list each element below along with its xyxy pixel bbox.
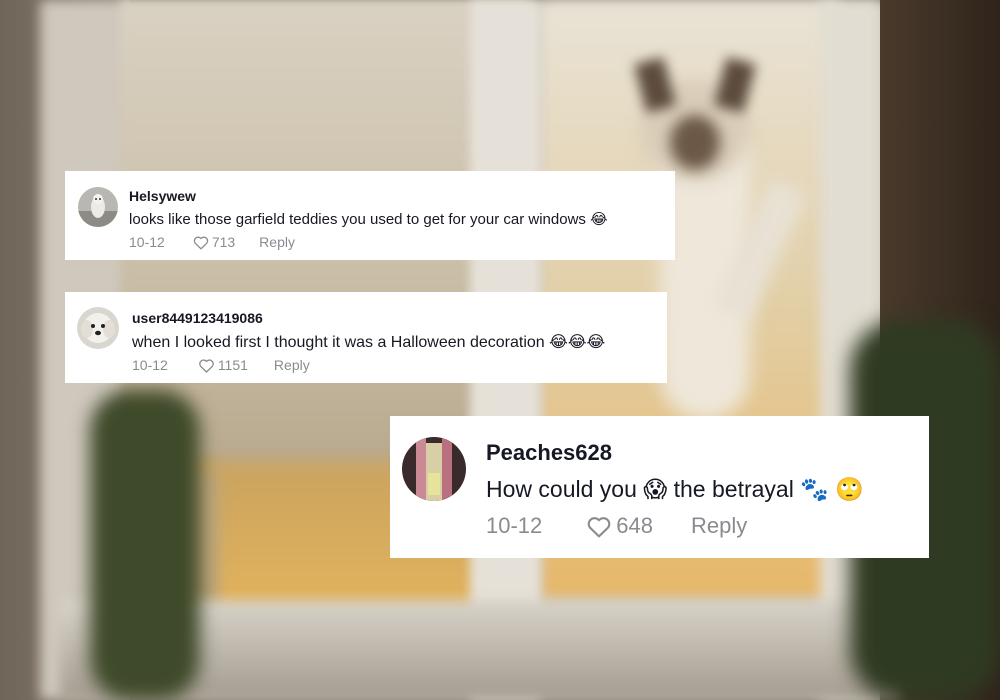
like-count: 713 — [211, 234, 236, 250]
comment-text: How could you 😱 the betrayal 🐾 🙄 — [486, 476, 864, 503]
comment-body: the betrayal — [673, 476, 794, 502]
like-count: 1151 — [217, 357, 248, 373]
laughing-emoji: 😂 — [549, 334, 568, 351]
like-count: 648 — [616, 513, 653, 538]
reply-button[interactable]: Reply — [259, 234, 295, 250]
heart-outline-icon — [193, 236, 209, 249]
reply-button[interactable]: Reply — [691, 513, 747, 539]
laughing-emoji: 😂 — [590, 211, 608, 228]
comment-date: 10-12 — [132, 357, 168, 373]
laughing-emoji: 😂 — [586, 334, 606, 351]
comment-card: user8449123419086 when I looked first I … — [65, 292, 667, 383]
eye-roll-emoji: 🙄 — [835, 476, 864, 502]
comment-username[interactable]: Helsywew — [129, 188, 196, 204]
comment-meta: 10-12 648 Reply — [486, 513, 747, 539]
comment-meta: 10-12 713 Reply — [129, 234, 295, 250]
dog-photo-avatar[interactable] — [78, 187, 118, 227]
like-button[interactable]: 1151 — [198, 357, 248, 373]
comment-body: looks like those garfield teddies you us… — [129, 211, 586, 228]
comment-date: 10-12 — [129, 234, 165, 250]
heart-outline-icon — [587, 516, 611, 537]
screaming-emoji: 😱 — [643, 476, 668, 502]
comment-text: when I looked first I thought it was a H… — [132, 332, 605, 352]
comment-username[interactable]: Peaches628 — [486, 440, 612, 466]
white-dog-avatar[interactable] — [77, 307, 119, 349]
comment-card: Peaches628 How could you 😱 the betrayal … — [390, 416, 929, 558]
laughing-emoji: 😂 — [567, 334, 587, 351]
comment-meta: 10-12 1151 Reply — [132, 357, 310, 373]
comment-text: looks like those garfield teddies you us… — [129, 210, 608, 228]
paw-prints-emoji: 🐾 — [800, 476, 829, 502]
comment-body: How could you — [486, 476, 637, 502]
heart-outline-icon — [198, 358, 214, 373]
reply-button[interactable]: Reply — [274, 357, 310, 373]
comment-username[interactable]: user8449123419086 — [132, 310, 263, 326]
curtain-photo-avatar[interactable] — [402, 437, 466, 501]
comment-body: when I looked first I thought it was a H… — [132, 334, 545, 351]
like-button[interactable]: 713 — [193, 234, 235, 250]
comment-date: 10-12 — [486, 513, 543, 538]
like-button[interactable]: 648 — [586, 513, 653, 539]
comment-card: Helsywew looks like those garfield teddi… — [65, 171, 675, 260]
